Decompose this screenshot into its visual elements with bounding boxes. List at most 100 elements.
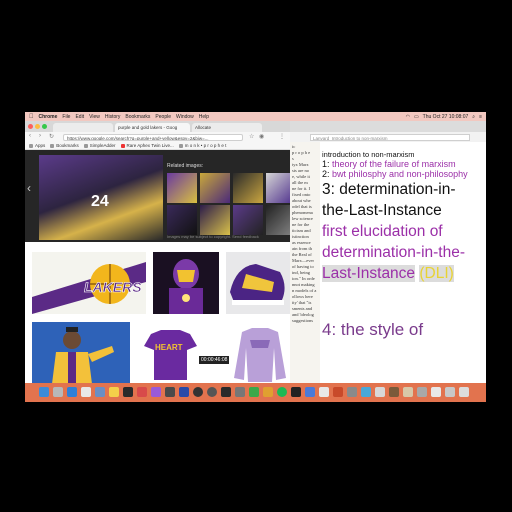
wifi-icon[interactable]: ◠ <box>406 114 410 120</box>
obs-icon[interactable] <box>123 387 133 397</box>
bookmark-aphex[interactable]: Rare Aphex Twin Live... <box>120 143 174 148</box>
chrome-window: purple and gold lakers - Goog Allocate ‹… <box>25 121 290 383</box>
bookmark-simpleadder[interactable]: SimpleAdder <box>83 143 116 148</box>
app-icon[interactable] <box>137 387 147 397</box>
app-icon[interactable] <box>417 387 427 397</box>
iron-man-graphic <box>153 252 219 314</box>
menu-app-name[interactable]: Chrome <box>39 114 58 120</box>
close-window-button[interactable] <box>28 124 33 129</box>
image-result-sweater[interactable] <box>230 322 290 383</box>
image-result-heart-shirt[interactable]: HEART <box>137 322 204 383</box>
list-icon[interactable]: ≡ <box>479 114 482 120</box>
app-icon[interactable] <box>305 387 315 397</box>
heart-shirt-graphic: HEART <box>137 322 204 383</box>
related-image[interactable] <box>266 205 290 235</box>
image-result-lakers-logo[interactable]: LAKERS <box>32 252 146 314</box>
app-icon[interactable] <box>165 387 175 397</box>
notes-item-1: 1: theory of the failure of marxism <box>322 159 456 169</box>
app-icon[interactable] <box>235 387 245 397</box>
highlighted-text: Last-Instance <box>322 265 416 282</box>
related-image[interactable] <box>266 173 290 203</box>
video-frame:  Chrome File Edit View History Bookmark… <box>25 112 486 402</box>
notes-item-3-line-2: the-Last-Instance <box>322 202 442 219</box>
snoop-photo-graphic <box>32 322 130 383</box>
battery-icon[interactable]: ▭ <box>414 114 419 120</box>
app-icon[interactable] <box>403 387 413 397</box>
app-icon[interactable] <box>291 387 301 397</box>
app-icon[interactable] <box>347 387 357 397</box>
minimize-window-button[interactable] <box>35 124 40 129</box>
jersey-number: 24 <box>91 193 109 210</box>
menu-history[interactable]: History <box>105 114 121 120</box>
sweater-graphic <box>230 322 290 383</box>
menu-edit[interactable]: Edit <box>75 114 84 120</box>
app-icon[interactable] <box>333 387 343 397</box>
reload-icon[interactable]: ↻ <box>49 133 54 140</box>
app-icon[interactable] <box>319 387 329 397</box>
trash-icon[interactable] <box>459 387 469 397</box>
related-caption: Images may be subject to copyright. Send… <box>167 234 259 239</box>
related-image[interactable] <box>200 205 230 235</box>
document-window: Lanyard_Introduction to non-marxism ic p … <box>290 121 486 383</box>
spotify-icon[interactable] <box>277 387 287 397</box>
app-icon[interactable] <box>151 387 161 397</box>
safari-icon[interactable] <box>67 387 77 397</box>
apps-icon <box>29 143 33 148</box>
image-result-iron-man[interactable] <box>153 252 219 314</box>
tab-google-search[interactable]: purple and gold lakers - Goog <box>115 123 190 132</box>
related-image[interactable] <box>167 205 197 235</box>
notes-item-4: 4: the style of <box>322 320 424 339</box>
chevron-left-icon[interactable]: ‹ <box>27 181 31 195</box>
search-icon[interactable]: ⌕ <box>472 114 475 120</box>
app-icon[interactable] <box>193 387 203 397</box>
menu-bookmarks[interactable]: Bookmarks <box>125 114 150 120</box>
extension-icon[interactable]: ◉ <box>259 133 264 140</box>
forward-icon[interactable]: › <box>39 133 41 139</box>
menu-people[interactable]: People <box>155 114 171 120</box>
back-icon[interactable]: ‹ <box>29 133 31 139</box>
app-icon[interactable] <box>207 387 217 397</box>
menu-icon[interactable]: ⋮ <box>279 133 285 140</box>
preview-image-kobe[interactable]: 24 <box>39 155 163 240</box>
star-icon[interactable]: ☆ <box>249 133 254 140</box>
mail-icon[interactable] <box>95 387 105 397</box>
image-result-snoop[interactable] <box>32 322 130 383</box>
app-icon[interactable] <box>361 387 371 397</box>
app-icon[interactable] <box>263 387 273 397</box>
menu-file[interactable]: File <box>62 114 70 120</box>
finder-icon[interactable] <box>39 387 49 397</box>
app-icon[interactable] <box>179 387 189 397</box>
bookmark-bookmarks[interactable]: Bookmarks <box>50 143 79 148</box>
related-image[interactable] <box>200 173 230 203</box>
menu-help[interactable]: Help <box>199 114 209 120</box>
chrome-icon[interactable] <box>81 387 91 397</box>
bookmark-apps[interactable]: Apps <box>29 143 45 148</box>
menu-view[interactable]: View <box>89 114 100 120</box>
related-image[interactable] <box>233 205 263 235</box>
zoom-window-button[interactable] <box>42 124 47 129</box>
app-icon[interactable] <box>389 387 399 397</box>
doc-url-input[interactable]: Lanyard_Introduction to non-marxism <box>310 133 470 141</box>
app-icon[interactable] <box>431 387 441 397</box>
apple-icon[interactable]:  <box>29 114 34 120</box>
notes-item-2: 2: bwt philosphy and non-philosophy <box>322 169 468 179</box>
tab-blank[interactable] <box>53 123 113 132</box>
tab-allocate[interactable]: Allocate <box>192 123 262 132</box>
app-icon[interactable] <box>375 387 385 397</box>
image-result-sneaker[interactable] <box>226 252 290 314</box>
app-icon[interactable] <box>221 387 231 397</box>
dock <box>25 383 486 402</box>
clock[interactable]: Thu Oct 27 10:08:07 <box>423 114 469 120</box>
star-icon <box>50 143 55 148</box>
folder-icon[interactable] <box>445 387 455 397</box>
menu-window[interactable]: Window <box>176 114 194 120</box>
app-icon[interactable] <box>249 387 259 397</box>
related-image[interactable] <box>233 173 263 203</box>
launchpad-icon[interactable] <box>53 387 63 397</box>
related-image[interactable] <box>167 173 197 203</box>
notes-icon[interactable] <box>109 387 119 397</box>
notes-elucidation-line-2: determination-in-the- <box>322 244 466 261</box>
notes-editor[interactable]: introduction to non-marxism 1: theory of… <box>320 142 486 383</box>
bookmark-monk[interactable]: m o n k • p r o p h e t <box>178 143 226 148</box>
url-input[interactable]: https://www.google.com/search?q=purple+a… <box>63 133 243 141</box>
